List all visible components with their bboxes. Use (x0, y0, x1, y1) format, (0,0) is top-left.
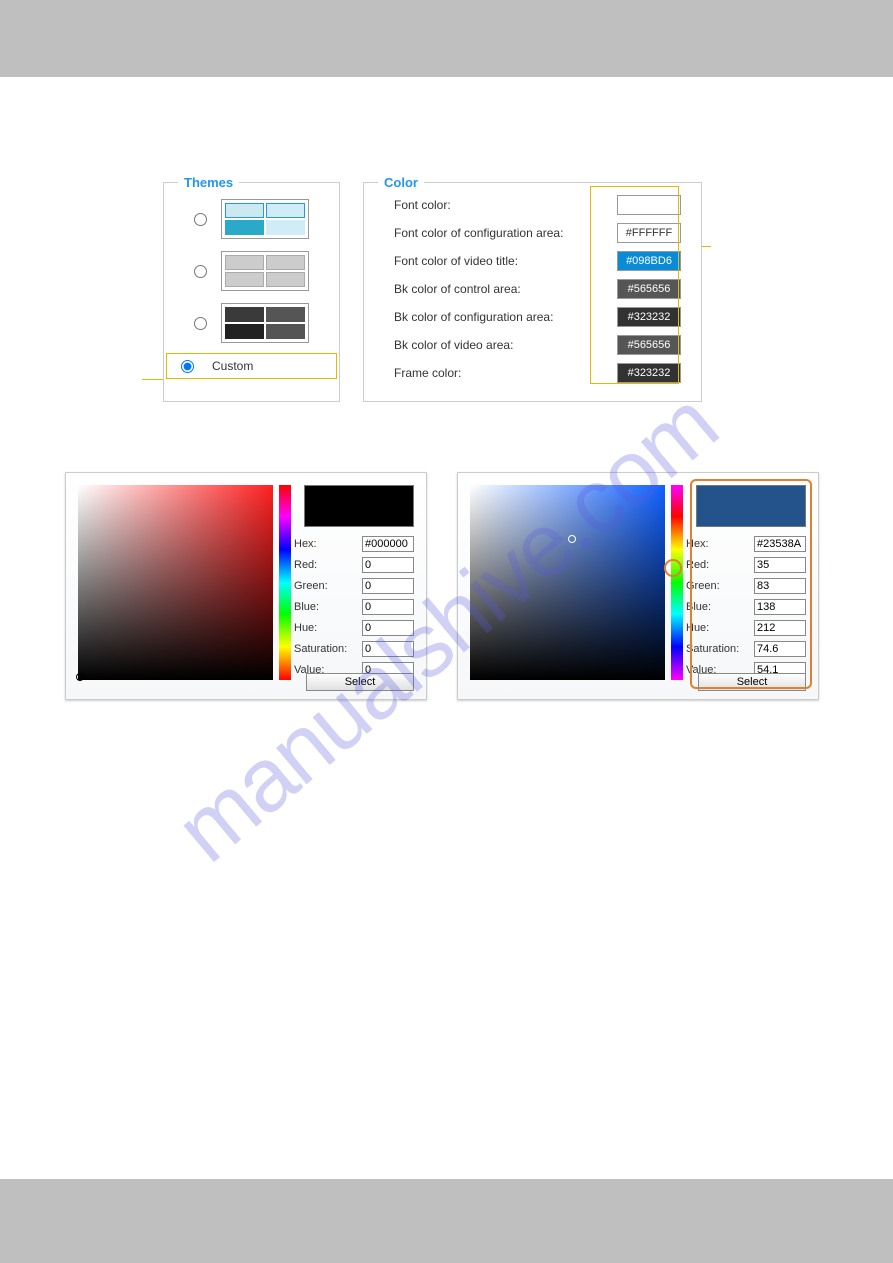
hex-input[interactable] (362, 536, 414, 552)
color-label: Bk color of configuration area: (394, 310, 617, 324)
picker-field-saturation: Saturation: (294, 638, 414, 659)
color-swatch[interactable]: #323232 (617, 363, 681, 383)
hue-slider[interactable] (279, 485, 291, 680)
page-footer (0, 1179, 893, 1263)
color-row: Font color: (364, 191, 701, 219)
color-label: Font color: (394, 198, 617, 212)
page-header (0, 0, 893, 77)
color-picker-black: Hex:Red:Green:Blue:Hue:Saturation:Value:… (65, 472, 427, 700)
field-label: Saturation: (294, 643, 362, 655)
hue-input[interactable] (754, 620, 806, 636)
select-button[interactable]: Select (306, 673, 414, 691)
themes-groupbox: Themes (163, 182, 340, 402)
picker-fields: Hex:Red:Green:Blue:Hue:Saturation:Value: (294, 533, 414, 680)
color-row: Bk color of configuration area:#323232 (364, 303, 701, 331)
field-label: Red: (686, 559, 754, 571)
picker-field-blue: Blue: (294, 596, 414, 617)
picker-field-green: Green: (294, 575, 414, 596)
color-swatch[interactable]: #FFFFFF (617, 223, 681, 243)
theme-radio-1[interactable] (194, 213, 207, 226)
color-row: Font color of video title:#098BD6 (364, 247, 701, 275)
color-picker-blue: Hex:Red:Green:Blue:Hue:Saturation:Value:… (457, 472, 819, 700)
hex-input[interactable] (754, 536, 806, 552)
field-label: Green: (294, 580, 362, 592)
color-groupbox: Color Font color:Font color of configura… (363, 182, 702, 402)
picker-field-hue: Hue: (294, 617, 414, 638)
color-row: Bk color of control area:#565656 (364, 275, 701, 303)
field-label: Green: (686, 580, 754, 592)
color-preview (696, 485, 806, 527)
color-label: Font color of configuration area: (394, 226, 617, 240)
select-button[interactable]: Select (698, 673, 806, 691)
color-swatch[interactable]: #323232 (617, 307, 681, 327)
blue-input[interactable] (754, 599, 806, 615)
color-label: Bk color of video area: (394, 338, 617, 352)
color-swatch[interactable]: #565656 (617, 335, 681, 355)
color-row: Bk color of video area:#565656 (364, 331, 701, 359)
picker-field-red: Red: (294, 554, 414, 575)
picker-field-hex: Hex: (294, 533, 414, 554)
color-swatch[interactable]: #565656 (617, 279, 681, 299)
saturation-input[interactable] (754, 641, 806, 657)
theme-thumb-gray (221, 251, 309, 291)
red-input[interactable] (754, 557, 806, 573)
hue-input[interactable] (362, 620, 414, 636)
field-label: Hue: (686, 622, 754, 634)
green-input[interactable] (362, 578, 414, 594)
field-label: Hex: (686, 538, 754, 550)
color-swatch[interactable]: #098BD6 (617, 251, 681, 271)
field-label: Saturation: (686, 643, 754, 655)
theme-option-1[interactable] (164, 193, 339, 245)
theme-option-3[interactable] (164, 297, 339, 349)
red-input[interactable] (362, 557, 414, 573)
field-label: Blue: (294, 601, 362, 613)
picker-field-blue: Blue: (686, 596, 806, 617)
picker-field-saturation: Saturation: (686, 638, 806, 659)
field-label: Blue: (686, 601, 754, 613)
theme-thumb-dark (221, 303, 309, 343)
theme-radio-3[interactable] (194, 317, 207, 330)
saturation-value-area[interactable] (470, 485, 665, 680)
custom-label: Custom (212, 359, 253, 373)
picker-field-hue: Hue: (686, 617, 806, 638)
green-input[interactable] (754, 578, 806, 594)
theme-option-custom[interactable]: Custom (166, 353, 337, 379)
picker-field-red: Red: (686, 554, 806, 575)
theme-thumb-aqua (221, 199, 309, 239)
color-label: Font color of video title: (394, 254, 617, 268)
blue-input[interactable] (362, 599, 414, 615)
theme-option-2[interactable] (164, 245, 339, 297)
field-label: Hex: (294, 538, 362, 550)
color-label: Frame color: (394, 366, 617, 380)
theme-radio-custom[interactable] (181, 360, 194, 373)
color-label: Bk color of control area: (394, 282, 617, 296)
saturation-input[interactable] (362, 641, 414, 657)
picker-fields: Hex:Red:Green:Blue:Hue:Saturation:Value: (686, 533, 806, 680)
saturation-value-area[interactable] (78, 485, 273, 680)
callout-line-left (142, 379, 163, 380)
picker-field-green: Green: (686, 575, 806, 596)
color-row: Font color of configuration area:#FFFFFF (364, 219, 701, 247)
theme-radio-2[interactable] (194, 265, 207, 278)
hue-slider[interactable] (671, 485, 683, 680)
field-label: Hue: (294, 622, 362, 634)
themes-legend: Themes (178, 175, 239, 190)
figure-pickers: Hex:Red:Green:Blue:Hue:Saturation:Value:… (65, 472, 819, 700)
color-legend: Color (378, 175, 424, 190)
color-preview (304, 485, 414, 527)
color-row: Frame color:#323232 (364, 359, 701, 387)
field-label: Red: (294, 559, 362, 571)
color-swatch[interactable] (617, 195, 681, 215)
picker-field-hex: Hex: (686, 533, 806, 554)
page-body: manualshive.com Themes (0, 77, 893, 1179)
